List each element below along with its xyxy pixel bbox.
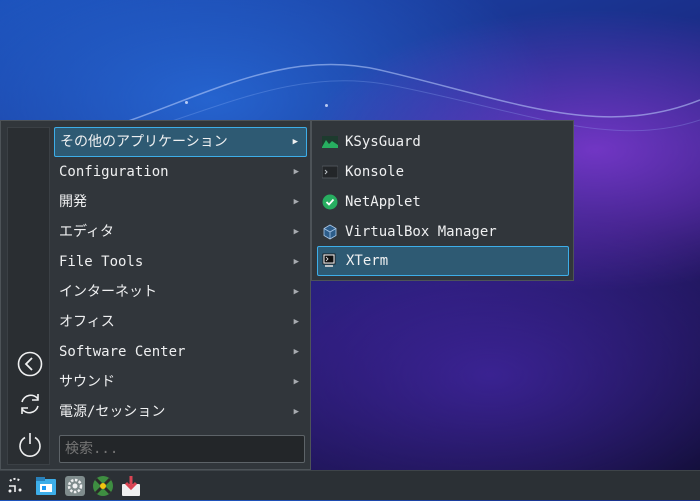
category-file-tools[interactable]: File Tools ▶: [54, 247, 307, 277]
chevron-right-icon: ▶: [292, 137, 298, 147]
app-launcher-icon: [8, 477, 22, 493]
category-label: Software Center: [59, 344, 186, 360]
category-editors[interactable]: エディタ ▶: [54, 217, 307, 247]
power-icon: [19, 433, 41, 457]
search-input[interactable]: [59, 435, 305, 463]
back-button[interactable]: [16, 350, 44, 378]
chevron-right-icon: ▶: [293, 287, 299, 297]
wallpaper-star: [325, 104, 328, 107]
menu-item-label: Konsole: [345, 164, 405, 180]
menu-item-xterm[interactable]: XTerm: [317, 246, 569, 276]
package-manager-icon: [93, 476, 113, 496]
category-list: その他のアプリケーション ▶ Configuration ▶ 開発 ▶ エディタ…: [54, 127, 307, 427]
category-office[interactable]: オフィス ▶: [54, 307, 307, 337]
konsole-icon: [322, 165, 338, 179]
xterm-icon: [322, 253, 336, 267]
chevron-right-icon: ▶: [293, 227, 299, 237]
chevron-right-icon: ▶: [293, 347, 299, 357]
category-label: オフィス: [59, 314, 115, 330]
chevron-right-icon: ▶: [293, 167, 299, 177]
application-menu: その他のアプリケーション ▶ Configuration ▶ 開発 ▶ エディタ…: [0, 120, 311, 470]
file-manager-button[interactable]: [35, 475, 57, 497]
ksysguard-icon: [322, 136, 338, 148]
chevron-right-icon: ▶: [293, 257, 299, 267]
app-launcher-button[interactable]: [4, 475, 26, 497]
category-internet[interactable]: インターネット ▶: [54, 277, 307, 307]
back-icon: [17, 351, 43, 377]
settings-button[interactable]: [64, 475, 86, 497]
wallpaper-star: [185, 101, 188, 104]
file-manager-icon: [36, 477, 56, 495]
category-other-applications[interactable]: その他のアプリケーション ▶: [54, 127, 307, 157]
chevron-right-icon: ▶: [293, 197, 299, 207]
menu-item-label: XTerm: [346, 253, 389, 269]
menu-item-netapplet[interactable]: NetApplet: [317, 187, 569, 217]
menu-item-label: NetApplet: [345, 194, 421, 210]
category-configuration[interactable]: Configuration ▶: [54, 157, 307, 187]
category-development[interactable]: 開発 ▶: [54, 187, 307, 217]
package-manager-button[interactable]: [92, 475, 114, 497]
category-label: 開発: [59, 194, 87, 210]
chevron-right-icon: ▶: [293, 317, 299, 327]
menu-item-label: KSysGuard: [345, 134, 421, 150]
software-update-icon: [122, 476, 140, 496]
category-label: File Tools: [59, 254, 144, 270]
chevron-right-icon: ▶: [293, 377, 299, 387]
submenu-other-applications: KSysGuard Konsole NetApplet VirtualBox M…: [311, 120, 574, 281]
category-power-session[interactable]: 電源/セッション ▶: [54, 397, 307, 427]
taskbar: [0, 470, 700, 500]
menu-item-virtualbox-manager[interactable]: VirtualBox Manager: [317, 217, 569, 247]
refresh-button[interactable]: [16, 390, 44, 418]
netapplet-icon: [322, 194, 338, 210]
category-label: サウンド: [59, 374, 115, 390]
category-label: その他のアプリケーション: [60, 134, 228, 150]
menu-side-strip: [7, 127, 50, 465]
power-button[interactable]: [16, 430, 44, 458]
menu-item-ksysguard[interactable]: KSysGuard: [317, 127, 569, 157]
category-label: エディタ: [59, 224, 115, 240]
virtualbox-icon: [323, 224, 337, 240]
chevron-right-icon: ▶: [293, 407, 299, 417]
category-sound[interactable]: サウンド ▶: [54, 367, 307, 397]
category-label: インターネット: [59, 284, 157, 300]
software-update-button[interactable]: [120, 475, 142, 497]
category-label: Configuration: [59, 164, 169, 180]
category-label: 電源/セッション: [59, 404, 166, 420]
category-software-center[interactable]: Software Center ▶: [54, 337, 307, 367]
menu-item-konsole[interactable]: Konsole: [317, 157, 569, 187]
refresh-icon: [21, 394, 39, 414]
menu-item-label: VirtualBox Manager: [345, 224, 497, 240]
settings-icon: [65, 476, 85, 496]
